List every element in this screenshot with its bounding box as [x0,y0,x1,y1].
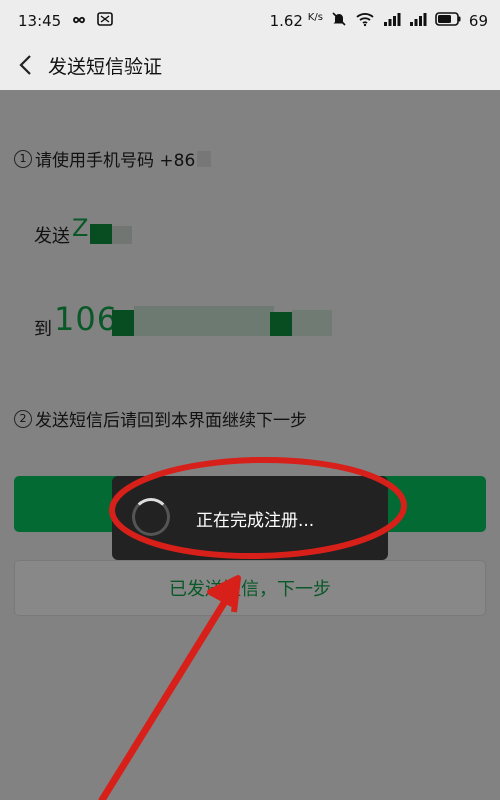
wifi-icon [355,11,375,31]
battery-icon [435,12,461,30]
toast-text: 正在完成注册... [196,511,315,531]
page-title: 发送短信验证 [48,56,163,78]
nav-bar: 发送短信验证 [0,42,500,90]
signal-icon [409,12,427,30]
status-bar: 13:45 1.62 K/s 69 [0,0,500,42]
modal-overlay [0,90,500,800]
status-time: 13:45 [18,12,62,30]
signal-icon [383,12,401,30]
infinity-icon [69,12,89,30]
back-arrow-icon[interactable] [14,52,40,78]
network-speed: 1.62 K/s [269,12,323,30]
loading-toast: 正在完成注册... [112,476,388,560]
loading-spinner-icon [132,498,170,536]
bot-icon [97,11,114,31]
mute-icon [331,11,347,31]
battery-level: 69 [468,12,488,30]
